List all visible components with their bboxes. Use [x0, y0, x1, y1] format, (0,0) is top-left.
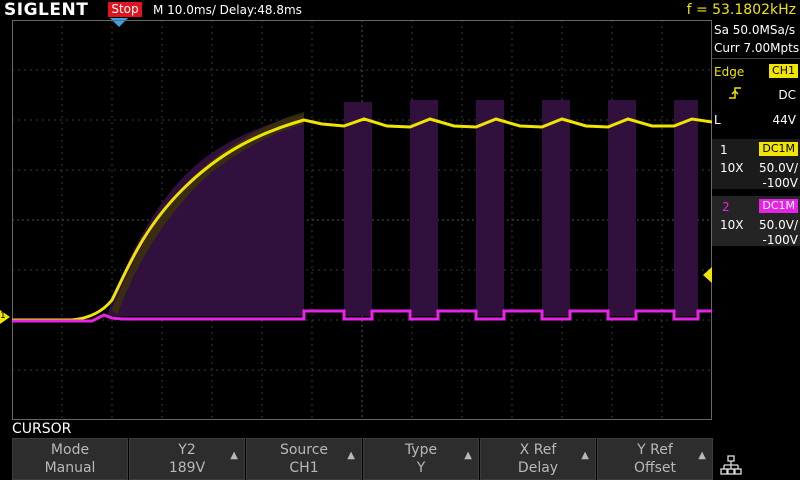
rising-edge-icon	[729, 87, 741, 99]
trigger-level-value: 44V	[772, 113, 796, 127]
timebase-readout[interactable]: M 10.0ms/ Delay:48.8ms	[153, 0, 302, 20]
ch2-coupling-badge: DC1M	[759, 199, 798, 213]
run-stop-badge[interactable]: Stop	[108, 2, 142, 17]
status-bar: SIGLENT Stop M 10.0ms/ Delay:48.8ms f = …	[0, 0, 800, 20]
frequency-counter: f = 53.1802kHz	[686, 2, 796, 18]
ch2-number: 2	[722, 200, 730, 214]
ch1-offset: -100V	[762, 176, 798, 190]
up-arrow-icon: ▲	[464, 450, 472, 461]
softkey-bar: Mode Manual Y2 189V ▲ Source CH1 ▲ Type …	[12, 438, 800, 480]
ch2-envelope	[107, 100, 698, 316]
menu-title: CURSOR	[12, 421, 72, 437]
up-arrow-icon: ▲	[698, 450, 706, 461]
softkey-y-ref[interactable]: Y Ref Offset ▲	[597, 438, 713, 480]
ch1-probe: 10X	[720, 161, 744, 175]
softkey-y2[interactable]: Y2 189V ▲	[129, 438, 245, 480]
softkey-value: Offset	[633, 460, 677, 476]
softkey-value: Y	[416, 460, 426, 476]
side-panel: Sa 50.0MSa/s Curr 7.00Mpts Edge CH1 DC L…	[712, 20, 800, 420]
brand-logo: SIGLENT	[4, 0, 89, 20]
trigger-level-marker[interactable]	[703, 267, 712, 283]
trigger-level-prefix: L	[714, 113, 721, 127]
softkey-value: Delay	[517, 460, 559, 476]
softkey-type[interactable]: Type Y ▲	[363, 438, 479, 480]
up-arrow-icon: ▲	[581, 450, 589, 461]
memory-depth: Curr 7.00Mpts	[714, 41, 800, 55]
softkey-label: Source	[279, 442, 329, 458]
softkey-mode[interactable]: Mode Manual	[12, 438, 128, 480]
softkey-label: X Ref	[519, 442, 557, 458]
ch1-coupling-badge: DC1M	[759, 142, 798, 156]
ch1-ground-label: 1	[0, 311, 6, 321]
sample-rate: Sa 50.0MSa/s	[714, 23, 796, 37]
ch1-number: 1	[720, 143, 728, 157]
softkey-label: Y2	[178, 442, 196, 458]
ch2-scale: 50.0V/	[759, 218, 798, 232]
ch2-info[interactable]: 2 DC1M 10X 50.0V/ -100V	[712, 196, 800, 247]
ch1-scale: 50.0V/	[759, 161, 798, 175]
softkey-value: CH1	[289, 460, 319, 476]
network-icon[interactable]	[720, 455, 742, 475]
trigger-type[interactable]: Edge	[714, 65, 744, 79]
ch2-probe: 10X	[720, 218, 744, 232]
ch1-info[interactable]: 1 DC1M 10X 50.0V/ -100V	[712, 139, 800, 190]
softkey-value: Manual	[44, 460, 96, 476]
waveform-display[interactable]	[12, 20, 712, 420]
softkey-x-ref[interactable]: X Ref Delay ▲	[480, 438, 596, 480]
softkey-label: Type	[404, 442, 438, 458]
graticule	[12, 20, 712, 420]
trigger-source-badge[interactable]: CH1	[769, 64, 798, 78]
up-arrow-icon: ▲	[347, 450, 355, 461]
trigger-coupling: DC	[778, 88, 796, 102]
softkey-label: Y Ref	[637, 442, 673, 458]
up-arrow-icon: ▲	[230, 450, 238, 461]
ch2-offset: -100V	[762, 233, 798, 247]
softkey-source[interactable]: Source CH1 ▲	[246, 438, 362, 480]
softkey-label: Mode	[50, 442, 90, 458]
softkey-value: 189V	[168, 460, 206, 476]
